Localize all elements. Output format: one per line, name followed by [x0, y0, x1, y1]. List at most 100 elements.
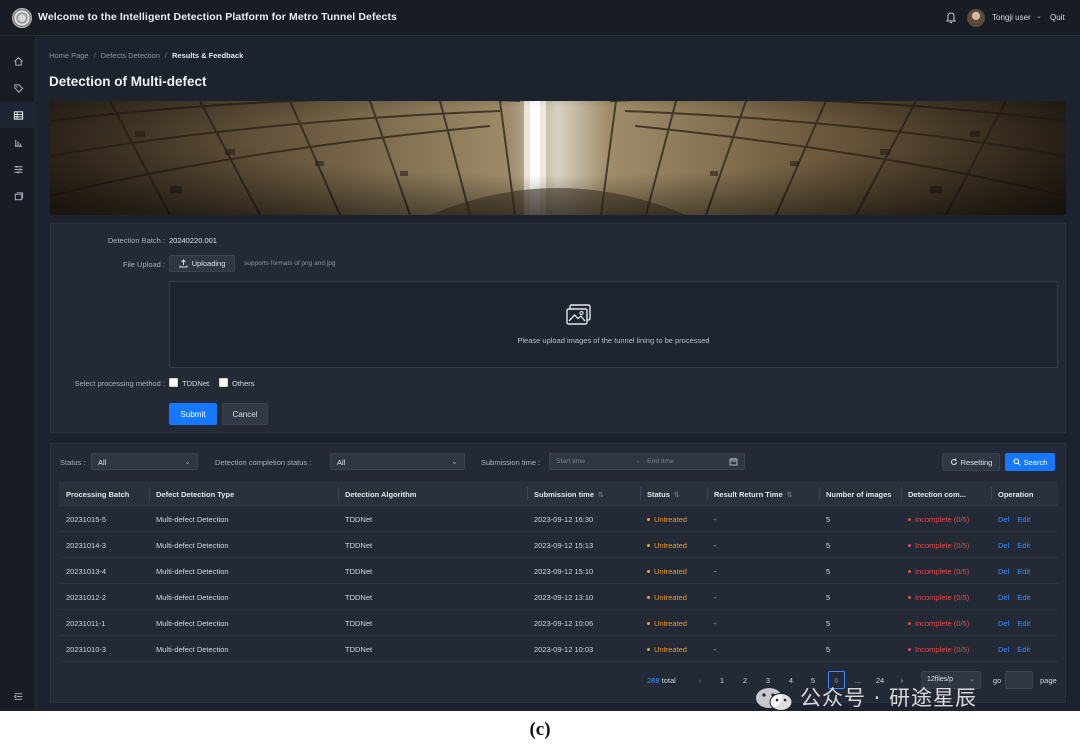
delete-link[interactable]: Del: [998, 567, 1009, 576]
upload-dropzone[interactable]: Please upload images of the tunnel linin…: [169, 281, 1058, 368]
cell-type: Multi-defect Detection: [156, 567, 229, 576]
end-time-input[interactable]: End time: [647, 458, 674, 465]
edit-link[interactable]: Edit: [1017, 645, 1030, 654]
table-row: 20231013-4 Multi-defect Detection TDDNet 20…: [59, 558, 1058, 584]
app-title: Welcome to the Intelligent Detection Pla…: [38, 11, 397, 23]
user-avatar[interactable]: [967, 9, 985, 27]
cell-operation: Del Edit: [998, 567, 1038, 576]
edit-link[interactable]: Edit: [1017, 567, 1030, 576]
status-dot: [647, 647, 650, 651]
cancel-button[interactable]: Cancel: [222, 403, 268, 425]
search-button[interactable]: Search: [1005, 453, 1055, 471]
cell-operation: Del Edit: [998, 619, 1038, 628]
table-header: Processing Batch Defect Detection Type D…: [59, 481, 1058, 506]
sidebar-item-archive[interactable]: [0, 183, 36, 209]
cell-completion: Incomplete (0/5): [908, 593, 969, 602]
page-title: Detection of Multi-defect: [49, 74, 207, 89]
top-bar: Welcome to the Intelligent Detection Pla…: [0, 0, 1080, 36]
sidebar-item-results[interactable]: [0, 102, 36, 128]
delete-link[interactable]: Del: [998, 593, 1009, 602]
tag-icon: [13, 83, 23, 93]
column-header-completion[interactable]: Detection com...: [908, 490, 966, 499]
column-header-type[interactable]: Defect Detection Type: [156, 490, 234, 499]
edit-link[interactable]: Edit: [1017, 593, 1030, 602]
status-select[interactable]: All ⌄: [91, 453, 198, 470]
prev-page-button[interactable]: ‹: [693, 671, 707, 689]
breadcrumb-home[interactable]: Home Page: [49, 51, 89, 60]
edit-link[interactable]: Edit: [1017, 619, 1030, 628]
bell-icon[interactable]: [946, 12, 956, 24]
sort-icon[interactable]: ⇅: [787, 492, 793, 499]
status-dot: [647, 595, 650, 599]
reset-button[interactable]: Resetting: [942, 453, 1000, 471]
cell-algorithm: TDDNet: [345, 515, 373, 524]
status-filter-label: Status :: [60, 458, 86, 467]
cell-algorithm: TDDNet: [345, 593, 373, 602]
page-button[interactable]: 2: [738, 671, 752, 689]
submit-button[interactable]: Submit: [169, 403, 217, 425]
table-body: 20231015-5 Multi-defect Detection TDDNet 20…: [59, 506, 1058, 662]
sidebar-collapse[interactable]: [0, 683, 36, 709]
cell-completion: Incomplete (0/5): [908, 645, 969, 654]
upload-button[interactable]: Uploading: [169, 255, 235, 272]
delete-link[interactable]: Del: [998, 645, 1009, 654]
go-label: go: [992, 675, 1002, 685]
sort-icon[interactable]: ⇅: [598, 492, 604, 499]
start-time-input[interactable]: Start time: [556, 458, 585, 465]
detection-batch-label: Detection Batch :: [107, 236, 165, 245]
cell-return-time: -: [714, 541, 717, 550]
delete-link[interactable]: Del: [998, 619, 1009, 628]
home-icon: [13, 56, 23, 66]
completion-select[interactable]: All ⌄: [330, 453, 465, 470]
cell-images: 5: [826, 645, 831, 654]
page-button[interactable]: 1: [715, 671, 729, 689]
column-header-algorithm[interactable]: Detection Algorithm: [345, 490, 416, 499]
cell-batch: 20231015-5: [66, 515, 107, 524]
cell-submission-time: 2023-09-12 10:03: [534, 645, 594, 654]
sidebar-item-settings[interactable]: [0, 156, 36, 182]
cell-type: Multi-defect Detection: [156, 593, 229, 602]
column-header-return-time[interactable]: Result Return Time ⇅: [714, 490, 793, 499]
cell-operation: Del Edit: [998, 593, 1038, 602]
cell-type: Multi-defect Detection: [156, 645, 229, 654]
cell-operation: Del Edit: [998, 515, 1038, 524]
column-header-submission-time[interactable]: Submission time ⇅: [534, 490, 604, 499]
cell-algorithm: TDDNet: [345, 541, 373, 550]
column-header-images[interactable]: Number of images: [826, 490, 891, 499]
delete-link[interactable]: Del: [998, 515, 1009, 524]
cell-return-time: -: [714, 567, 717, 576]
sidebar-item-tags[interactable]: [0, 75, 36, 101]
delete-link[interactable]: Del: [998, 541, 1009, 550]
chevron-down-icon[interactable]: ⌄: [1036, 12, 1042, 20]
user-name[interactable]: Tongji user: [992, 13, 1031, 22]
sidebar-item-home[interactable]: [0, 48, 36, 74]
upload-form-panel: Detection Batch : 20240220.001 File Uplo…: [50, 223, 1066, 433]
cell-submission-time: 2023-09-12 15:10: [534, 567, 594, 576]
tddnet-checkbox[interactable]: [169, 378, 178, 387]
go-to-page-input[interactable]: [1005, 671, 1033, 689]
calendar-icon: [729, 458, 738, 466]
cell-images: 5: [826, 515, 831, 524]
university-logo: [12, 8, 32, 28]
upload-format-hint: supports formats of png and jpg: [244, 260, 336, 267]
breadcrumb-defects-detection[interactable]: Defects Detection: [101, 51, 160, 60]
column-header-status[interactable]: Status ⇅: [647, 490, 680, 499]
submission-date-range[interactable]: Start time - End time: [549, 453, 745, 470]
cell-completion: Incomplete (0/5): [908, 567, 969, 576]
sidebar-item-statistics[interactable]: [0, 129, 36, 155]
layers-icon: [14, 191, 23, 200]
edit-link[interactable]: Edit: [1017, 515, 1030, 524]
cell-algorithm: TDDNet: [345, 645, 373, 654]
others-checkbox[interactable]: [219, 378, 228, 387]
cell-completion: Incomplete (0/5): [908, 619, 969, 628]
sort-icon[interactable]: ⇅: [674, 492, 680, 499]
edit-link[interactable]: Edit: [1017, 541, 1030, 550]
column-header-batch[interactable]: Processing Batch: [66, 490, 129, 499]
cell-algorithm: TDDNet: [345, 619, 373, 628]
search-icon: [1013, 458, 1021, 466]
table-row: 20231011-1 Multi-defect Detection TDDNet 20…: [59, 610, 1058, 636]
cell-status: Untreated: [647, 619, 687, 628]
table-row: 20231015-5 Multi-defect Detection TDDNet 20…: [59, 506, 1058, 532]
quit-button[interactable]: Quit: [1050, 13, 1065, 22]
chevron-down-icon: ⌄: [184, 457, 191, 466]
